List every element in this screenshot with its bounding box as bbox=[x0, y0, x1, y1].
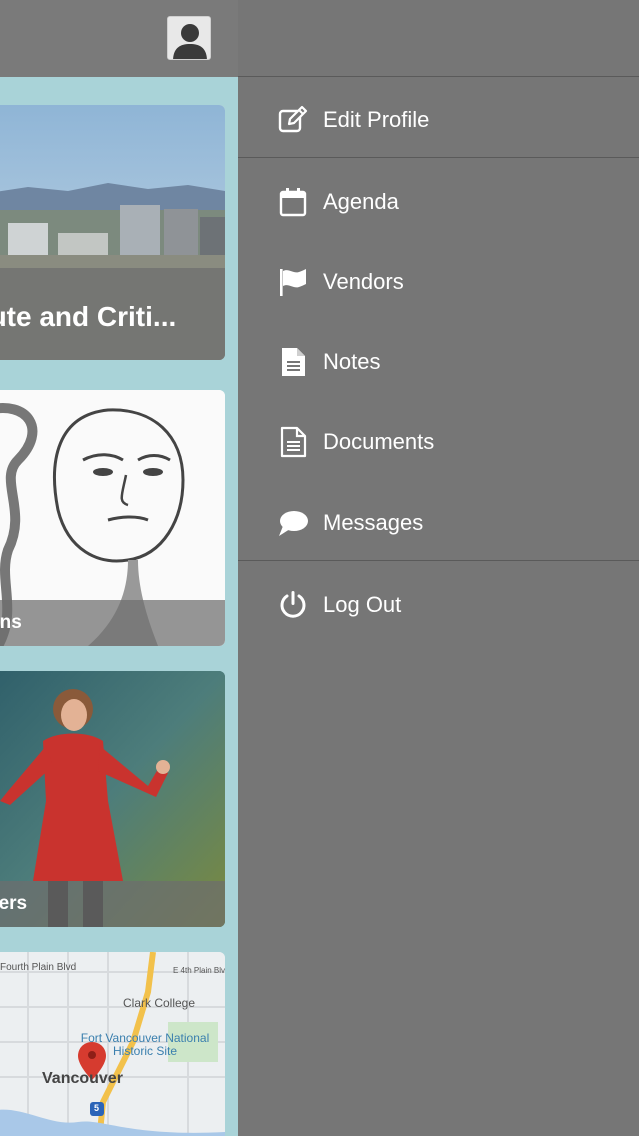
menu-item-label: Edit Profile bbox=[323, 107, 430, 132]
menu-item-agenda[interactable]: Agenda bbox=[238, 172, 639, 232]
event-card[interactable]: kers bbox=[0, 671, 225, 927]
edit-icon bbox=[278, 105, 308, 133]
card-title-banner bbox=[0, 881, 225, 927]
map-label: Vancouver bbox=[42, 1070, 123, 1087]
side-drawer-menu: Edit Profile Agenda Vendors Notes Docume… bbox=[238, 0, 639, 1136]
flag-icon bbox=[280, 269, 306, 296]
menu-item-log-out[interactable]: Log Out bbox=[238, 575, 639, 635]
chat-bubble-icon bbox=[279, 511, 308, 536]
menu-item-label: Agenda bbox=[323, 189, 399, 214]
menu-item-messages[interactable]: Messages bbox=[238, 493, 639, 553]
map-label: Fort Vancouver National Historic Site bbox=[80, 1031, 210, 1058]
note-icon bbox=[282, 348, 305, 376]
menu-item-vendors[interactable]: Vendors bbox=[238, 252, 639, 312]
avatar-icon bbox=[168, 17, 210, 59]
menu-item-notes[interactable]: Notes bbox=[238, 332, 639, 392]
menu-divider bbox=[238, 157, 639, 158]
map-card[interactable]: Fourth Plain Blvd E 4th Plain Blvd Clark… bbox=[0, 952, 225, 1136]
menu-divider bbox=[238, 560, 639, 561]
app-header bbox=[0, 0, 238, 77]
menu-item-label: Notes bbox=[323, 349, 381, 374]
map-label: Clark College bbox=[123, 996, 196, 1010]
menu-divider bbox=[238, 76, 639, 77]
app-content-panel: cute and Criti... ons bbox=[0, 0, 238, 1136]
profile-avatar-button[interactable] bbox=[167, 16, 211, 60]
event-card[interactable]: cute and Criti... bbox=[0, 105, 225, 360]
calendar-icon bbox=[279, 188, 307, 217]
card-title: ons bbox=[0, 612, 22, 633]
map-label: 5 bbox=[94, 1103, 100, 1113]
map-label: Fourth Plain Blvd bbox=[0, 962, 77, 973]
menu-item-label: Log Out bbox=[323, 592, 402, 617]
menu-item-edit-profile[interactable]: Edit Profile bbox=[238, 90, 639, 150]
menu-item-documents[interactable]: Documents bbox=[238, 412, 639, 472]
card-title-banner bbox=[0, 600, 225, 646]
map-label: E 4th Plain Blvd bbox=[173, 966, 225, 975]
power-icon bbox=[280, 591, 306, 618]
card-title: kers bbox=[0, 893, 28, 914]
menu-item-label: Documents bbox=[323, 429, 435, 454]
card-title: cute and Criti... bbox=[0, 301, 177, 332]
menu-item-label: Messages bbox=[323, 510, 424, 535]
event-card[interactable]: ons bbox=[0, 390, 225, 646]
document-icon bbox=[280, 426, 307, 458]
menu-item-label: Vendors bbox=[323, 269, 404, 294]
